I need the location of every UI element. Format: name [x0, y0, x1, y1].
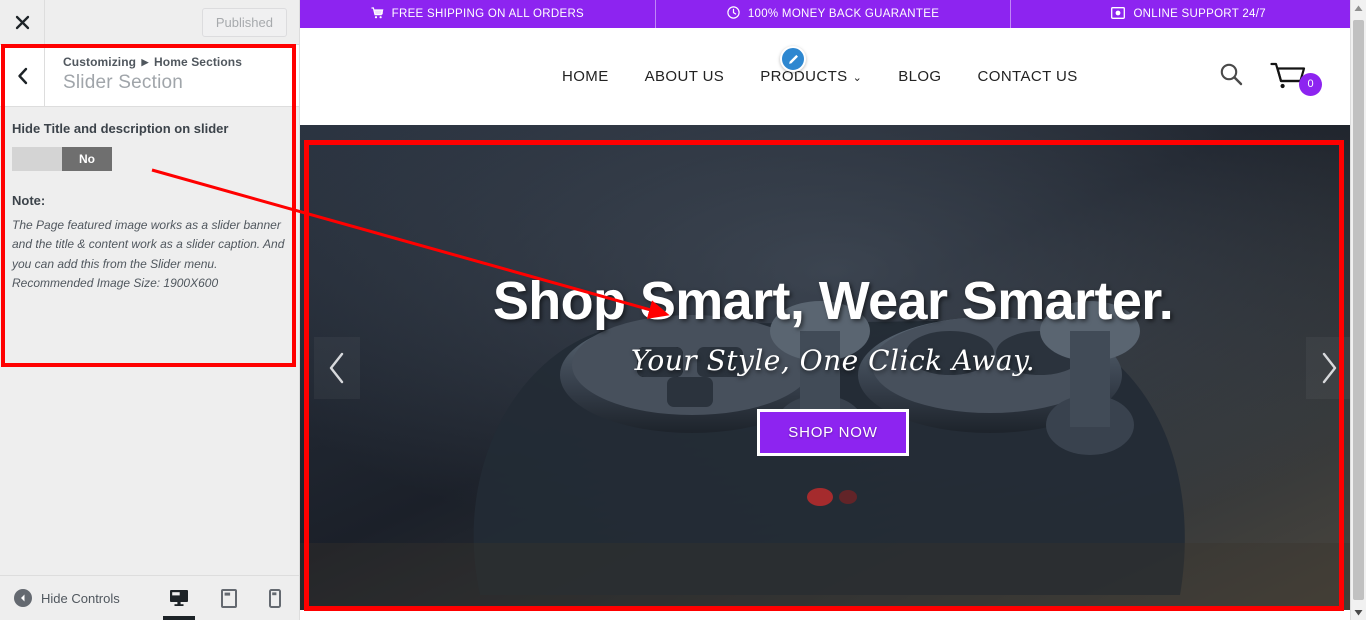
cart-icon[interactable]: 0	[1270, 62, 1322, 96]
hide-controls-button[interactable]: Hide Controls	[14, 589, 120, 607]
breadcrumb-root: Customizing	[63, 54, 137, 69]
mobile-icon[interactable]	[265, 576, 285, 620]
customizer-section-header: Customizing ▶ Home Sections Slider Secti…	[0, 45, 299, 107]
toggle-off-half[interactable]	[12, 146, 62, 171]
nav-actions: 0	[1218, 28, 1322, 125]
nav-item-contact-us[interactable]: CONTACT US	[978, 68, 1078, 85]
arrow-left-circle-icon	[14, 589, 32, 607]
breadcrumb-parent: Home Sections	[154, 54, 243, 69]
scrollbar-thumb[interactable]	[1353, 20, 1364, 600]
promo-item-support: ONLINE SUPPORT 24/7	[1011, 0, 1366, 28]
customizer-footer: Hide Controls	[0, 575, 299, 620]
nav-item-blog[interactable]: BLOG	[898, 68, 941, 85]
note-recommended-size: Recommended Image Size: 1900X600	[12, 276, 219, 291]
slider-next-button[interactable]	[1306, 336, 1352, 399]
nav-item-products-label: PRODUCTS	[760, 68, 848, 85]
toggle-on-half[interactable]: No	[62, 146, 112, 171]
promo-label-support: ONLINE SUPPORT 24/7	[1133, 8, 1266, 20]
nav-item-home[interactable]: HOME	[562, 68, 609, 85]
shop-now-button[interactable]: SHOP NOW	[757, 408, 909, 456]
customizer-body: Hide Title and description on slider No …	[0, 107, 299, 575]
slider-prev-button[interactable]	[314, 336, 360, 399]
page-scrollbar[interactable]	[1350, 0, 1366, 620]
desktop-icon[interactable]	[163, 576, 195, 620]
nav-item-products[interactable]: PRODUCTS ⌄	[760, 68, 862, 85]
breadcrumb: Customizing ▶ Home Sections	[63, 55, 299, 71]
customizer-titles: Customizing ▶ Home Sections Slider Secti…	[45, 45, 299, 106]
customizer-panel: Published Customizing ▶ Home Sections Sl…	[0, 0, 300, 620]
note-body: The Page featured image works as a slide…	[12, 216, 287, 294]
hero-subtitle: Your Style, One Click Away.	[630, 343, 1036, 377]
promo-item-shipping: FREE SHIPPING ON ALL ORDERS	[300, 0, 656, 28]
promo-topbar: FREE SHIPPING ON ALL ORDERS 100% MONEY B…	[300, 0, 1366, 28]
support-card-icon	[1111, 6, 1126, 22]
site-navbar: HOME ABOUT US PRODUCTS ⌄ BLOG CONTACT US	[300, 28, 1366, 125]
customizer-header-actions: Published	[45, 0, 299, 44]
device-preview-switcher	[163, 576, 285, 620]
hide-title-toggle[interactable]: No	[12, 146, 112, 171]
hero-slider: Shop Smart, Wear Smarter. Your Style, On…	[300, 125, 1366, 610]
cart-count-badge: 0	[1299, 72, 1322, 96]
tablet-icon[interactable]	[217, 576, 241, 620]
promo-item-guarantee: 100% MONEY BACK GUARANTEE	[656, 0, 1012, 28]
customizer-header: Published	[0, 0, 299, 45]
scroll-down-arrow-icon[interactable]	[1351, 604, 1366, 620]
scroll-up-arrow-icon[interactable]	[1351, 0, 1366, 16]
chevron-down-icon: ⌄	[852, 72, 863, 84]
breadcrumb-separator-icon: ▶	[141, 56, 149, 67]
nav-links: HOME ABOUT US PRODUCTS ⌄ BLOG CONTACT US	[562, 68, 1078, 85]
close-x-icon[interactable]	[0, 0, 45, 44]
promo-label-shipping: FREE SHIPPING ON ALL ORDERS	[391, 8, 585, 20]
pencil-edit-icon[interactable]	[780, 46, 806, 72]
promo-label-guarantee: 100% MONEY BACK GUARANTEE	[747, 8, 940, 20]
search-icon[interactable]	[1218, 61, 1244, 92]
hide-title-control-label: Hide Title and description on slider	[12, 121, 229, 136]
hide-controls-label: Hide Controls	[41, 590, 120, 606]
nav-item-about-us[interactable]: ABOUT US	[645, 68, 725, 85]
hero-title: Shop Smart, Wear Smarter.	[492, 271, 1174, 332]
note-title: Note:	[12, 192, 46, 208]
site-preview-frame: FREE SHIPPING ON ALL ORDERS 100% MONEY B…	[300, 0, 1366, 620]
shopping-cart-icon	[371, 6, 384, 22]
app-root: Published Customizing ▶ Home Sections Sl…	[0, 0, 1366, 620]
note-text: The Page featured image works as a slide…	[12, 217, 285, 271]
page-title: Slider Section	[63, 72, 184, 94]
chevron-left-icon[interactable]	[0, 45, 45, 106]
clock-badge-icon	[727, 6, 740, 22]
published-button[interactable]: Published	[201, 7, 287, 37]
hero-caption: Shop Smart, Wear Smarter. Your Style, On…	[300, 125, 1366, 610]
